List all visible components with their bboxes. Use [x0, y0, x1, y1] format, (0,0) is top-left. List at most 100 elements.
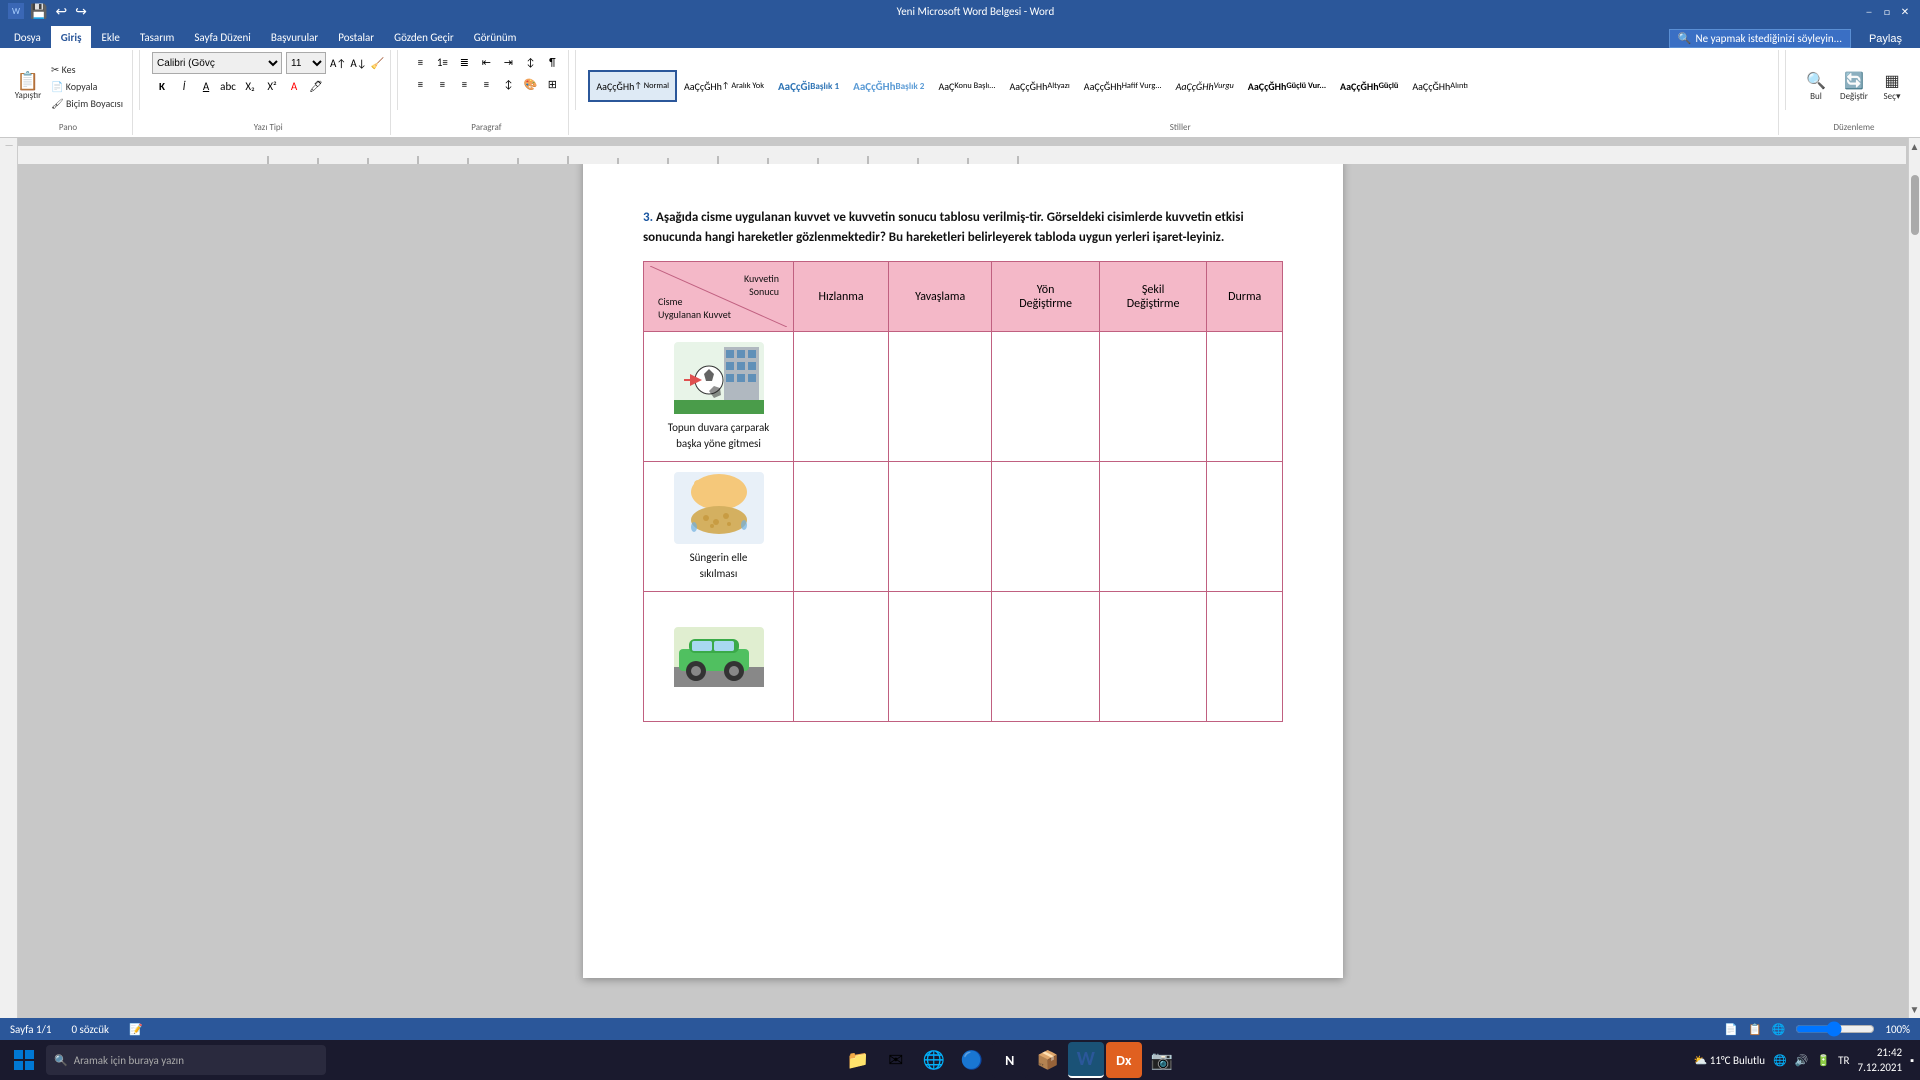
tab-gozden-gecir[interactable]: Gözden Geçir — [384, 26, 464, 48]
underline-btn[interactable]: A — [196, 76, 216, 96]
zoom-slider[interactable] — [1795, 1021, 1875, 1037]
strikethrough-btn[interactable]: abc — [218, 76, 238, 96]
numbering-btn[interactable]: 1≡ — [432, 52, 452, 72]
paste-button[interactable]: 📋 Yapıştır — [10, 70, 46, 103]
decrease-indent-btn[interactable]: ⇤ — [476, 52, 496, 72]
find-button[interactable]: 🔍 Bul — [1798, 69, 1834, 104]
bullets-btn[interactable]: ≡ — [410, 52, 430, 72]
tab-dosya[interactable]: Dosya — [4, 26, 51, 48]
italic-btn[interactable]: İ — [174, 76, 194, 96]
style-guclu[interactable]: AaÇçĞHhGüçlü — [1333, 70, 1405, 102]
grow-font-btn[interactable]: A↑ — [330, 57, 346, 70]
taskbar-app-file-explorer[interactable]: 📁 — [840, 1042, 876, 1078]
style-aralik-yok[interactable]: AaÇçĞHh↑ Aralık Yok — [677, 70, 771, 102]
font-size-select[interactable]: 11 — [286, 52, 326, 74]
taskbar-app-mail[interactable]: ✉ — [878, 1042, 914, 1078]
search-ribbon[interactable]: 🔍 Ne yapmak istediğinizi söyleyin... — [1669, 29, 1851, 48]
view-layout-btn[interactable]: 📋 — [1748, 1023, 1762, 1036]
volume-icon[interactable]: 🔊 — [1795, 1054, 1809, 1067]
sep1 — [139, 50, 140, 110]
copy-button[interactable]: 📄 Kopyala — [48, 79, 126, 94]
soccer-scene-svg — [674, 342, 764, 414]
zoom-level: 100% — [1885, 1023, 1910, 1036]
justify-btn[interactable]: ≡ — [476, 74, 496, 94]
row2-col1 — [794, 462, 889, 592]
share-button[interactable]: Paylaş — [1859, 30, 1912, 48]
align-center-btn[interactable]: ≡ — [432, 74, 452, 94]
tab-giris[interactable]: Giriş — [51, 26, 92, 48]
ribbon-tabs: Dosya Giriş Ekle Tasarım Sayfa Düzeni Ba… — [0, 22, 1920, 48]
start-button[interactable] — [6, 1042, 42, 1078]
line-spacing-btn[interactable]: ↕ — [498, 74, 518, 94]
style-alinti[interactable]: AaÇçĞHhAlıntı — [1405, 70, 1475, 102]
cut-button[interactable]: ✂ Kes — [48, 62, 126, 77]
tray-datetime[interactable]: 21:42 7.12.2021 — [1858, 1045, 1903, 1076]
style-guclu-vur[interactable]: AaÇçĞHhGüçlü Vur... — [1241, 70, 1333, 102]
table-row-car — [644, 592, 1283, 722]
taskbar-app-dex[interactable]: Dx — [1106, 1042, 1142, 1078]
taskbar-app-camera[interactable]: 📷 — [1144, 1042, 1180, 1078]
col-yavasalama: Yavaşlama — [889, 262, 992, 332]
maximize-btn[interactable]: □ — [1880, 4, 1894, 18]
style-hafif-vurgu[interactable]: AaÇçĞHhHafif Vurg... — [1077, 70, 1169, 102]
sep3 — [575, 50, 576, 110]
tab-gorunum[interactable]: Görünüm — [464, 26, 527, 48]
style-baslik1[interactable]: AaÇçĞiBaşlık 1 — [771, 70, 846, 102]
show-desktop-btn[interactable]: ▪ — [1910, 1054, 1914, 1067]
borders-btn[interactable]: ⊞ — [542, 74, 562, 94]
taskbar-app-word[interactable]: W — [1068, 1042, 1104, 1078]
increase-indent-btn[interactable]: ⇥ — [498, 52, 518, 72]
style-vurgu[interactable]: AaÇçĞHhVurgu — [1169, 70, 1241, 102]
minimize-btn[interactable]: ─ — [1862, 4, 1876, 18]
multilevel-btn[interactable]: ≣ — [454, 52, 474, 72]
ribbon-group-duzenleme: 🔍 Bul 🔄 Değiştir ▦ Seç▾ Düzenleme — [1792, 50, 1916, 135]
scroll-down-btn[interactable]: ▼ — [1908, 1001, 1920, 1018]
align-left-btn[interactable]: ≡ — [410, 74, 430, 94]
scroll-up-btn[interactable]: ▲ — [1908, 138, 1920, 155]
taskbar-app-package[interactable]: 📦 — [1030, 1042, 1066, 1078]
row2-col3 — [992, 462, 1100, 592]
taskbar-search[interactable]: 🔍 Aramak için buraya yazın — [46, 1045, 326, 1075]
highlight-btn[interactable]: 🖊 — [306, 76, 326, 96]
superscript-btn[interactable]: X² — [262, 76, 282, 96]
tab-tasarim[interactable]: Tasarım — [130, 26, 185, 48]
redo-btn[interactable]: ↪ — [73, 1, 89, 22]
network-icon[interactable]: 🌐 — [1773, 1054, 1787, 1067]
duzenleme-buttons: 🔍 Bul 🔄 Değiştir ▦ Seç▾ — [1798, 52, 1910, 120]
shrink-font-btn[interactable]: A↓ — [350, 57, 366, 70]
taskbar-app-edge[interactable]: 🌐 — [916, 1042, 952, 1078]
tab-ekle[interactable]: Ekle — [91, 26, 129, 48]
scrollbar-thumb[interactable] — [1911, 175, 1919, 235]
tab-basvurular[interactable]: Başvurular — [261, 26, 328, 48]
taskbar-app-n[interactable]: N — [992, 1042, 1028, 1078]
tab-sayfa-duzeni[interactable]: Sayfa Düzeni — [184, 26, 260, 48]
text-color-btn[interactable]: A — [284, 76, 304, 96]
save-btn[interactable]: 💾 — [28, 1, 49, 22]
style-baslik2[interactable]: AaÇçĞHhBaşlık 2 — [846, 70, 931, 102]
shading-btn[interactable]: 🎨 — [520, 74, 540, 94]
align-right-btn[interactable]: ≡ — [454, 74, 474, 94]
ruler-svg — [18, 146, 1906, 164]
question-table: KuvvetinSonucu CismeUygulanan Kuvvet Hız… — [643, 261, 1283, 722]
select-button[interactable]: ▦ Seç▾ — [1874, 69, 1910, 104]
taskbar-app-chrome[interactable]: 🔵 — [954, 1042, 990, 1078]
bold-btn[interactable]: K — [152, 76, 172, 96]
clear-format-btn[interactable]: 🧹 — [371, 57, 385, 70]
ribbon: Dosya Giriş Ekle Tasarım Sayfa Düzeni Ba… — [0, 22, 1920, 138]
tab-postalar[interactable]: Postalar — [328, 26, 384, 48]
sort-btn[interactable]: ↕ — [520, 52, 540, 72]
style-normal[interactable]: AaÇçĞHh↑ Normal — [588, 70, 677, 102]
undo-btn[interactable]: ↩ — [53, 1, 69, 22]
font-family-select[interactable]: Calibri (Gövç — [152, 52, 282, 74]
style-konu-basli[interactable]: AaÇKonu Başlı... — [931, 70, 1002, 102]
weather-info: ⛅ 11°C Bulutlu — [1694, 1054, 1765, 1067]
format-painter-button[interactable]: 🖌 Biçim Boyacısı — [48, 96, 126, 111]
close-btn[interactable]: ✕ — [1898, 4, 1912, 18]
view-web-btn[interactable]: 🌐 — [1772, 1023, 1786, 1036]
view-normal-btn[interactable]: 📄 — [1724, 1023, 1738, 1036]
scrollbar-vertical[interactable]: ▲ ▼ — [1908, 138, 1920, 1018]
style-altyazi[interactable]: AaÇçĞHhAltyazı — [1002, 70, 1076, 102]
show-para-btn[interactable]: ¶ — [542, 52, 562, 72]
replace-button[interactable]: 🔄 Değiştir — [1836, 69, 1872, 104]
subscript-btn[interactable]: X₂ — [240, 76, 260, 96]
